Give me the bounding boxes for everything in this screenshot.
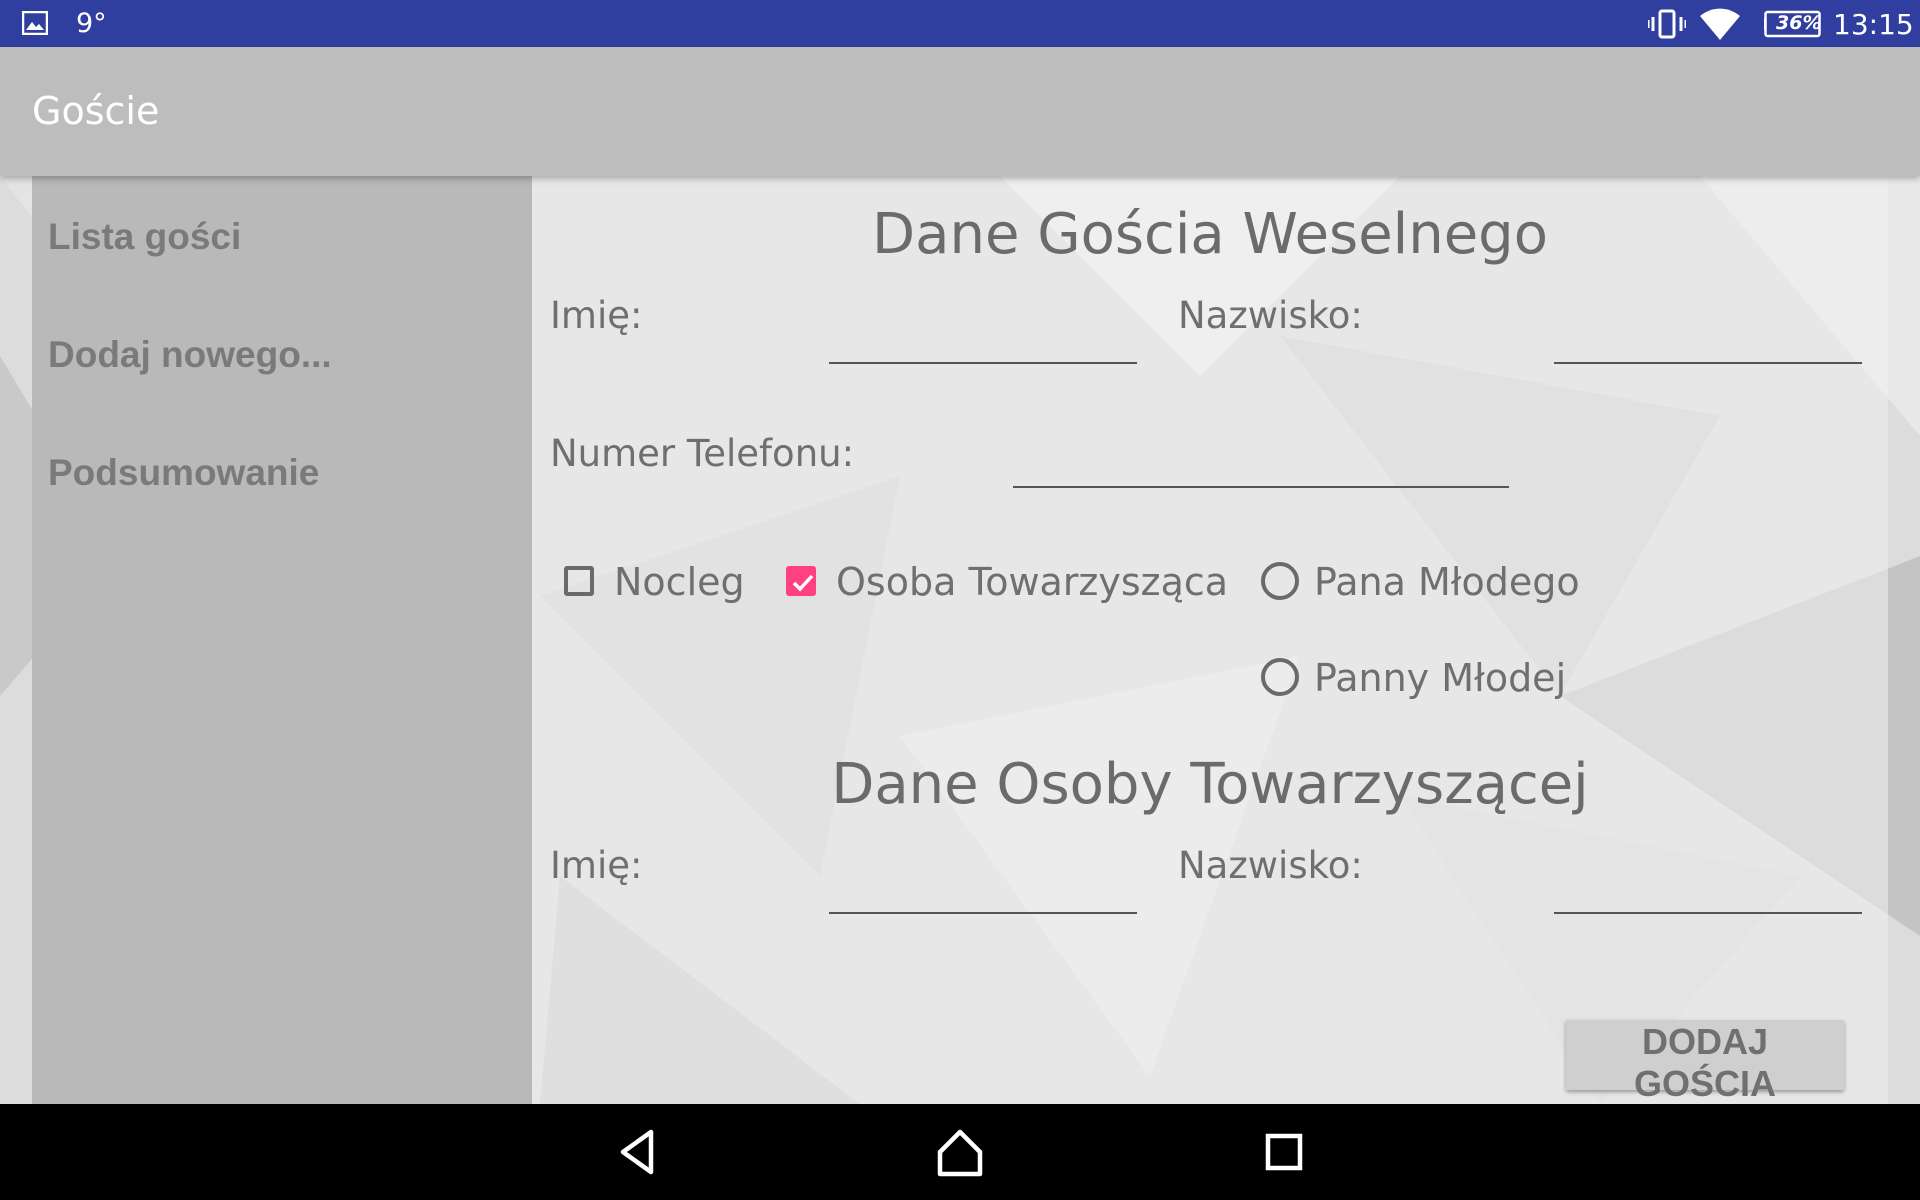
companion-checkbox[interactable] [786, 566, 816, 596]
companion-last-name-field[interactable] [1554, 872, 1862, 914]
companion-first-name-field[interactable] [829, 872, 1137, 914]
guest-heading: Dane Gościa Weselnego [872, 202, 1548, 267]
navigation-bar [0, 1104, 1920, 1200]
recents-icon[interactable] [1256, 1126, 1312, 1178]
sidebar-item-guest-list[interactable]: Lista gości [48, 216, 241, 258]
first-name-label: Imię: [550, 294, 643, 337]
sidebar-item-add-new[interactable]: Dodaj nowego... [48, 334, 332, 376]
clock: 13:15 [1833, 8, 1914, 41]
image-icon [22, 11, 48, 35]
vibrate-icon [1648, 9, 1686, 39]
companion-heading: Dane Osoby Towarzyszącej [831, 752, 1589, 817]
app-title: Goście [32, 89, 160, 133]
overnight-label[interactable]: Nocleg [614, 560, 745, 604]
bride-side-radio[interactable] [1261, 658, 1299, 696]
companion-first-name-label: Imię: [550, 844, 643, 887]
last-name-label: Nazwisko: [1178, 294, 1363, 337]
sidebar-item-summary[interactable]: Podsumowanie [48, 452, 319, 494]
groom-side-radio[interactable] [1261, 562, 1299, 600]
phone-label: Numer Telefonu: [550, 432, 855, 475]
last-name-field[interactable] [1554, 322, 1862, 364]
first-name-field[interactable] [829, 322, 1137, 364]
sidebar: Lista gości Dodaj nowego... Podsumowanie [32, 176, 532, 1104]
bride-side-label[interactable]: Panny Młodej [1314, 656, 1566, 700]
back-icon[interactable] [609, 1126, 665, 1178]
battery-percent: 36% [1776, 12, 1822, 34]
groom-side-label[interactable]: Pana Młodego [1314, 560, 1580, 604]
screen: 9° 36% 13:15 Goście Lista gości Dodaj no… [0, 0, 1920, 1200]
companion-last-name-label: Nazwisko: [1178, 844, 1363, 887]
wifi-icon [1700, 8, 1740, 40]
home-icon[interactable] [932, 1126, 988, 1178]
temperature-text: 9° [76, 8, 107, 39]
status-bar: 9° 36% 13:15 [0, 0, 1920, 47]
guest-form: Dane Gościa Weselnego Imię: Nazwisko: Nu… [532, 176, 1888, 1104]
app-bar: Goście [0, 47, 1920, 176]
checkmark-icon [792, 574, 814, 592]
phone-field[interactable] [1013, 446, 1509, 488]
companion-label[interactable]: Osoba Towarzysząca [836, 560, 1228, 604]
add-guest-button[interactable]: DODAJ GOŚCIA [1566, 1020, 1844, 1104]
overnight-checkbox[interactable] [564, 566, 594, 596]
